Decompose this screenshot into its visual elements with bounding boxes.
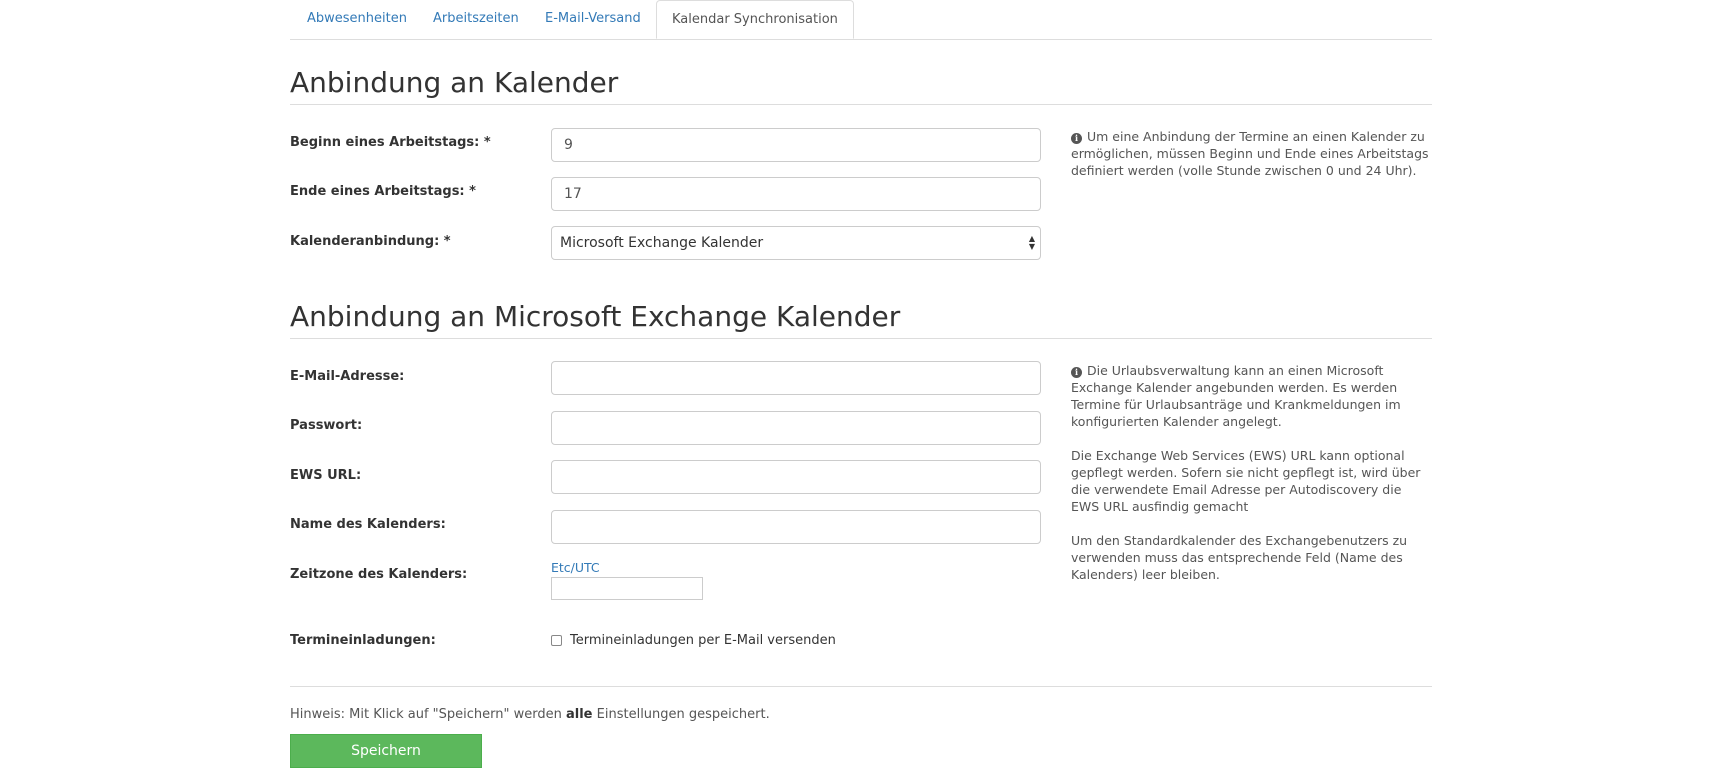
tab-email-versand[interactable]: E-Mail-Versand bbox=[545, 0, 641, 38]
ews-url-label: EWS URL: bbox=[290, 468, 362, 483]
save-hint-bold: alle bbox=[566, 707, 593, 722]
end-label: Ende eines Arbeitstags: * bbox=[290, 184, 476, 199]
tab-abwesenheiten[interactable]: Abwesenheiten bbox=[307, 0, 407, 38]
save-hint-prefix: Hinweis: Mit Klick auf "Speichern" werde… bbox=[290, 707, 566, 722]
settings-page: Abwesenheiten Arbeitszeiten E-Mail-Versa… bbox=[290, 0, 1432, 768]
calendar-name-label: Name des Kalenders: bbox=[290, 517, 446, 532]
help-exchange-text-1: Die Urlaubsverwaltung kann an einen Micr… bbox=[1071, 363, 1401, 429]
section-title-kalender: Anbindung an Kalender bbox=[290, 66, 1432, 105]
save-button[interactable]: Speichern bbox=[290, 734, 482, 768]
password-label: Passwort: bbox=[290, 418, 363, 433]
invites-label: Termineinladungen: bbox=[290, 633, 436, 648]
help-exchange-p1: i Die Urlaubsverwaltung kann an einen Mic… bbox=[1071, 362, 1433, 430]
help-exchange-p2: Die Exchange Web Services (EWS) URL kann… bbox=[1071, 448, 1421, 514]
calendar-connection-value: Microsoft Exchange Kalender bbox=[560, 235, 764, 251]
ews-url-field[interactable] bbox=[551, 460, 1041, 494]
invites-checkbox[interactable] bbox=[551, 635, 562, 646]
invites-checkbox-label[interactable]: Termineinladungen per E-Mail versenden bbox=[570, 633, 836, 648]
email-label: E-Mail-Adresse: bbox=[290, 369, 405, 384]
tab-kalendar-synchronisation[interactable]: Kalendar Synchronisation bbox=[656, 0, 854, 39]
tab-bar: Abwesenheiten Arbeitszeiten E-Mail-Versa… bbox=[290, 0, 1432, 40]
workday-end-input[interactable]: 17 bbox=[551, 177, 1041, 211]
email-field[interactable] bbox=[551, 361, 1041, 395]
timezone-label: Zeitzone des Kalenders: bbox=[290, 567, 468, 582]
save-hint-suffix: Einstellungen gespeichert. bbox=[592, 707, 770, 722]
footer-divider bbox=[290, 686, 1432, 687]
timezone-link[interactable]: Etc/UTC bbox=[551, 560, 600, 575]
help-text-exchange: i Die Urlaubsverwaltung kann an einen Mic… bbox=[1071, 362, 1433, 600]
workday-start-input[interactable]: 9 bbox=[551, 128, 1041, 162]
select-arrows-icon: ▲ ▼ bbox=[1028, 234, 1036, 251]
password-field[interactable] bbox=[551, 411, 1041, 445]
info-icon: i bbox=[1071, 367, 1082, 378]
calendar-name-field[interactable] bbox=[551, 510, 1041, 544]
help-kalender-text: Um eine Anbindung der Termine an einen K… bbox=[1071, 129, 1429, 178]
connection-label: Kalenderanbindung: * bbox=[290, 234, 451, 249]
help-exchange-p3: Um den Standardkalender des Exchangebenu… bbox=[1071, 533, 1408, 582]
save-hint: Hinweis: Mit Klick auf "Speichern" werde… bbox=[290, 707, 770, 722]
section-title-exchange: Anbindung an Microsoft Exchange Kalender bbox=[290, 300, 1432, 339]
calendar-connection-select[interactable]: Microsoft Exchange Kalender ▲ ▼ bbox=[551, 226, 1041, 260]
start-label: Beginn eines Arbeitstags: * bbox=[290, 135, 491, 150]
timezone-input[interactable] bbox=[551, 577, 703, 600]
help-text-kalender: i Um eine Anbindung der Termine an einen … bbox=[1071, 128, 1433, 179]
info-icon: i bbox=[1071, 133, 1082, 144]
invites-checkbox-row[interactable]: Termineinladungen per E-Mail versenden bbox=[551, 633, 836, 648]
tab-arbeitszeiten[interactable]: Arbeitszeiten bbox=[433, 0, 519, 38]
